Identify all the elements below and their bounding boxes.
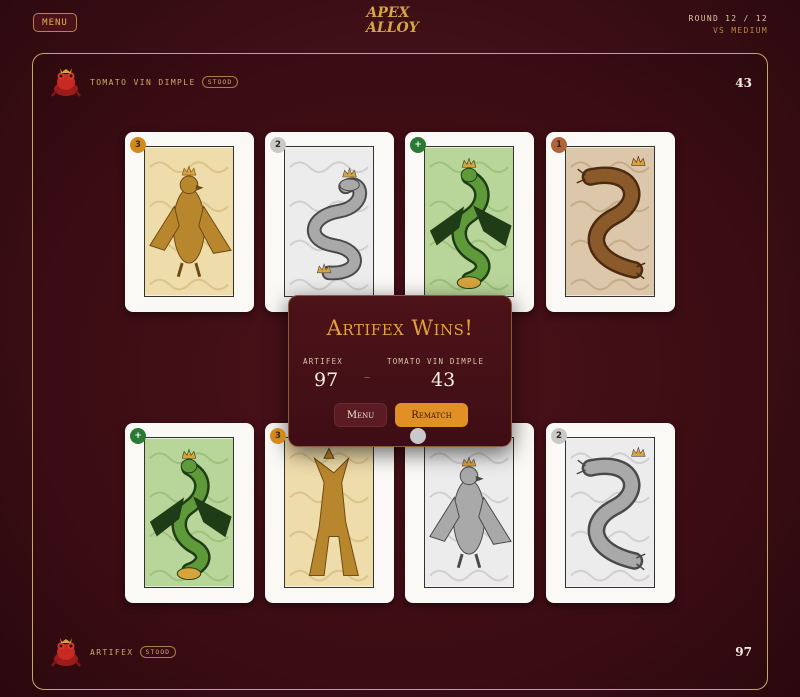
opponent-score: 43 xyxy=(735,76,752,90)
round-info: ROUND 12 / 12 VS MEDIUM xyxy=(688,13,768,37)
opponent-card[interactable]: 3 xyxy=(125,132,254,312)
logo-line-1: APEX xyxy=(366,5,410,21)
player-score: 97 xyxy=(735,645,752,659)
player-card[interactable] xyxy=(405,423,534,603)
winner-score: 97 xyxy=(314,369,339,391)
opponent-status-badge: STOOD xyxy=(201,76,239,88)
opponent-card[interactable]: 1 xyxy=(546,132,675,312)
card-value-badge: + xyxy=(410,137,426,153)
player-card[interactable]: + xyxy=(125,423,254,603)
rematch-button[interactable]: Rematch xyxy=(395,403,468,427)
loser-score: 43 xyxy=(431,369,456,391)
game-logo: APEX ALLOY xyxy=(366,5,419,36)
player-card[interactable]: 2 xyxy=(546,423,675,603)
dragon-icon xyxy=(144,437,234,588)
menu-button[interactable]: MENU xyxy=(33,13,77,32)
score-separator: – xyxy=(364,370,370,384)
catfish-icon xyxy=(565,146,655,297)
opponent-card[interactable]: 2 xyxy=(265,132,394,312)
opponent-info: TOMATO VIN DIMPLE STOOD xyxy=(48,64,239,100)
opponent-name: TOMATO VIN DIMPLE xyxy=(90,77,196,87)
eagle-icon xyxy=(424,437,514,588)
card-value-badge: + xyxy=(130,428,146,444)
player-card[interactable]: 3 xyxy=(265,423,394,603)
result-title: Artifex Wins! xyxy=(326,316,474,340)
loser-label: TOMATO VIN DIMPLE xyxy=(387,357,485,366)
difficulty-label: VS MEDIUM xyxy=(712,26,768,35)
player-info: ARTIFEX STOOD xyxy=(48,634,177,670)
frog-avatar-icon xyxy=(48,64,84,100)
card-value-badge: 3 xyxy=(270,428,286,444)
wolf-icon xyxy=(284,437,374,588)
result-dialog: Artifex Wins! ARTIFEX 97 – TOMATO VIN DI… xyxy=(288,295,512,447)
card-value-badge: 3 xyxy=(130,137,146,153)
card-value-badge: 2 xyxy=(270,137,286,153)
winner-label: ARTIFEX xyxy=(303,357,344,366)
opponent-card[interactable]: + xyxy=(405,132,534,312)
round-counter: ROUND 12 / 12 xyxy=(688,14,768,23)
logo-line-2: ALLOY xyxy=(366,20,419,36)
dragon-icon xyxy=(424,146,514,297)
player-status-badge: STOOD xyxy=(139,646,177,658)
player-name: ARTIFEX xyxy=(90,647,134,657)
serpent-icon xyxy=(284,146,374,297)
card-value-badge xyxy=(410,428,426,444)
card-value-badge: 1 xyxy=(551,137,567,153)
card-value-badge: 2 xyxy=(551,428,567,444)
eagle-icon xyxy=(144,146,234,297)
frog-avatar-icon xyxy=(48,634,84,670)
top-bar: MENU APEX ALLOY ROUND 12 / 12 VS MEDIUM xyxy=(0,0,800,52)
result-menu-button[interactable]: Menu xyxy=(334,403,387,427)
catfish-icon xyxy=(565,437,655,588)
